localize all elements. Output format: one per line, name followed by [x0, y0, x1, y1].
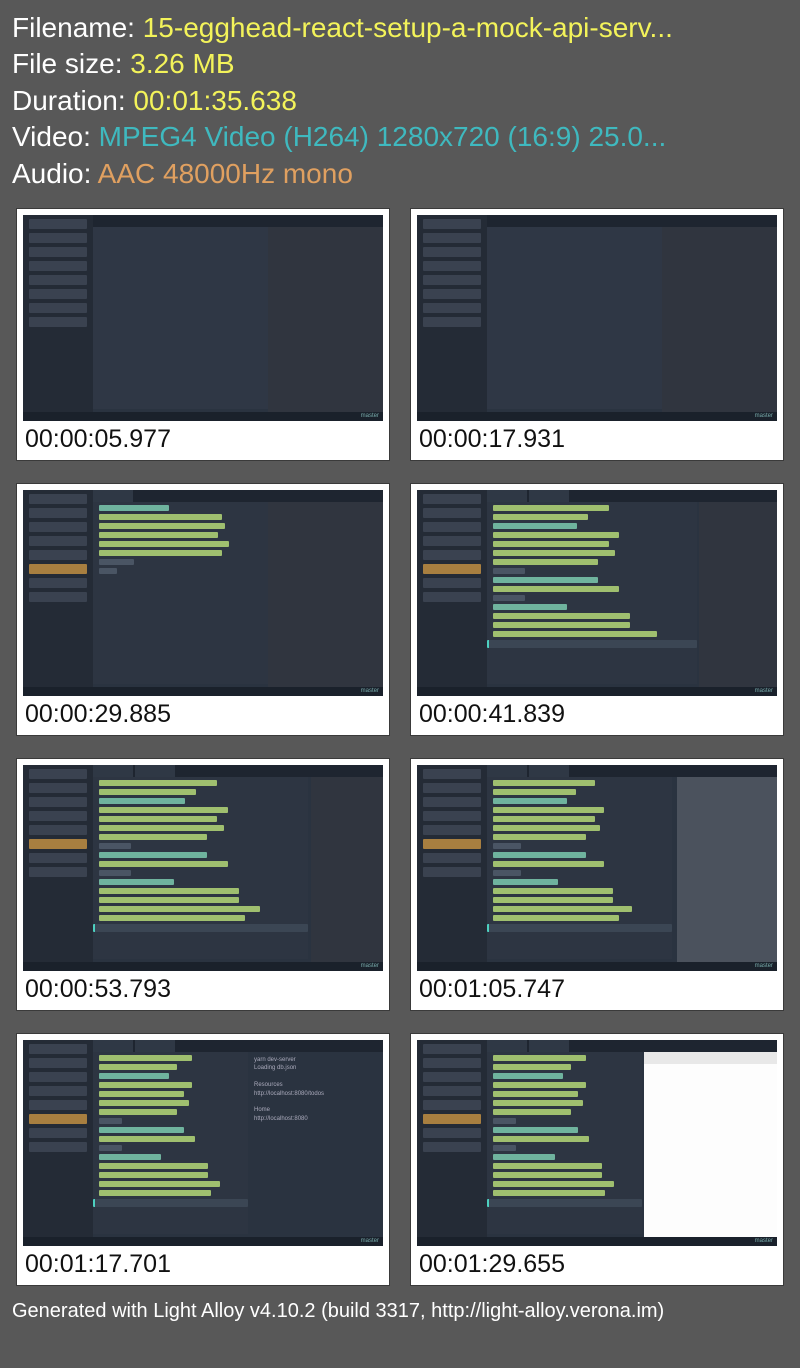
video-line: Video: MPEG4 Video (H264) 1280x720 (16:9… [12, 119, 788, 155]
editor-sidebar [23, 490, 93, 696]
thumbnail-card: master 00:01:05.747 [410, 758, 784, 1011]
thumbnail-timestamp: 00:00:05.977 [23, 421, 383, 456]
video-label: Video: [12, 121, 99, 152]
filesize-value: 3.26 MB [130, 48, 234, 79]
thumbnail-timestamp: 00:00:41.839 [417, 696, 777, 731]
editor-pane [93, 227, 268, 409]
thumbnail-card: master 00:00:17.931 [410, 208, 784, 461]
terminal-pane [311, 777, 383, 971]
audio-line: Audio: AAC 48000Hz mono [12, 156, 788, 192]
thumbnail-timestamp: 00:00:17.931 [417, 421, 777, 456]
duration-line: Duration: 00:01:35.638 [12, 83, 788, 119]
terminal-pane [662, 227, 777, 421]
terminal-pane: yarn dev-serverLoading db.jsonResourcesh… [250, 1052, 383, 1246]
filename-value: 15-egghead-react-setup-a-mock-api-serv..… [143, 12, 673, 43]
thumbnail-image: master [417, 1040, 777, 1246]
terminal-pane [677, 777, 777, 971]
thumbnail-image: master [23, 765, 383, 971]
filesize-label: File size: [12, 48, 130, 79]
editor-statusbar: master [23, 687, 383, 696]
thumbnail-image: master [23, 215, 383, 421]
thumbnail-card: master 00:00:05.977 [16, 208, 390, 461]
editor-statusbar: master [23, 412, 383, 421]
editor-pane [93, 1052, 248, 1234]
editor-sidebar [417, 215, 487, 421]
thumbnail-card: master 00:00:53.793 [16, 758, 390, 1011]
editor-sidebar [23, 765, 93, 971]
terminal-pane [268, 502, 383, 696]
thumbnail-grid: master 00:00:05.977 master 00:00:17.931 [0, 198, 800, 1286]
editor-sidebar [417, 1040, 487, 1246]
editor-pane [487, 777, 672, 959]
editor-tabbar [487, 1040, 777, 1052]
thumbnail-timestamp: 00:01:29.655 [417, 1246, 777, 1281]
editor-tabbar [93, 215, 383, 227]
terminal-pane [268, 227, 383, 421]
editor-statusbar: master [23, 962, 383, 971]
audio-value: AAC 48000Hz mono [98, 158, 353, 189]
editor-sidebar [23, 1040, 93, 1246]
thumbnail-image: master [417, 765, 777, 971]
editor-tabbar [93, 1040, 383, 1052]
editor-statusbar: master [417, 962, 777, 971]
editor-statusbar: master [417, 1237, 777, 1246]
thumbnail-card: master 00:00:29.885 [16, 483, 390, 736]
duration-value: 00:01:35.638 [133, 85, 297, 116]
thumbnail-card: yarn dev-serverLoading db.jsonResourcesh… [16, 1033, 390, 1286]
metadata-header: Filename: 15-egghead-react-setup-a-mock-… [0, 0, 800, 198]
terminal-pane [699, 502, 777, 696]
thumbnail-timestamp: 00:01:17.701 [23, 1246, 383, 1281]
filename-line: Filename: 15-egghead-react-setup-a-mock-… [12, 10, 788, 46]
video-value: MPEG4 Video (H264) 1280x720 (16:9) 25.0.… [99, 121, 667, 152]
thumbnail-image: yarn dev-serverLoading db.jsonResourcesh… [23, 1040, 383, 1246]
editor-statusbar: master [23, 1237, 383, 1246]
footer-text: Generated with Light Alloy v4.10.2 (buil… [0, 1286, 800, 1323]
editor-pane [487, 227, 662, 409]
editor-tabbar [93, 765, 383, 777]
thumbnail-timestamp: 00:00:53.793 [23, 971, 383, 1006]
editor-sidebar [23, 215, 93, 421]
editor-statusbar: master [417, 687, 777, 696]
editor-statusbar: master [417, 412, 777, 421]
duration-label: Duration: [12, 85, 133, 116]
editor-pane [487, 502, 697, 684]
thumbnail-image: master [417, 490, 777, 696]
editor-pane [93, 777, 308, 959]
filename-label: Filename: [12, 12, 143, 43]
thumbnail-timestamp: 00:00:29.885 [23, 696, 383, 731]
browser-pane [644, 1052, 777, 1246]
thumbnail-card: master 00:00:41.839 [410, 483, 784, 736]
editor-pane [93, 502, 268, 684]
editor-sidebar [417, 765, 487, 971]
thumbnail-image: master [417, 215, 777, 421]
editor-sidebar [417, 490, 487, 696]
filesize-line: File size: 3.26 MB [12, 46, 788, 82]
editor-tabbar [93, 490, 383, 502]
editor-tabbar [487, 215, 777, 227]
editor-tabbar [487, 765, 777, 777]
thumbnail-image: master [23, 490, 383, 696]
editor-tabbar [487, 490, 777, 502]
thumbnail-timestamp: 00:01:05.747 [417, 971, 777, 1006]
audio-label: Audio: [12, 158, 98, 189]
editor-pane [487, 1052, 642, 1234]
thumbnail-card: master 00:01:29.655 [410, 1033, 784, 1286]
